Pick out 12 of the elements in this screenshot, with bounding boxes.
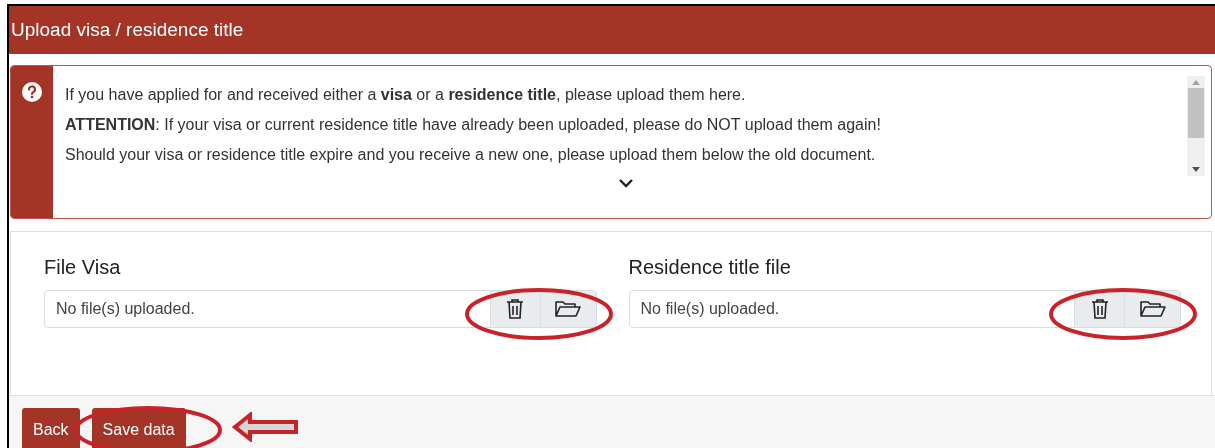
page-title: Upload visa / residence title [11, 19, 244, 41]
field-label: Residence title file [628, 256, 792, 279]
action-button[interactable]: Save data [91, 408, 186, 448]
field-label: File Visa [44, 256, 122, 279]
pointer-arrow [232, 412, 300, 442]
info-text: ATTENTION: If your visa or current residence title have already been uploaded, please do NOT upload them again! [65, 115, 882, 135]
info-text: If you have applied for and received either a visa or a residence title, please upload them here. [65, 85, 747, 105]
chevron-down-icon[interactable] [618, 178, 634, 188]
info-text: Should your visa or residence title expire and you receive a new one, please upload them below the old document. [65, 145, 877, 165]
action-button[interactable]: Back [22, 408, 80, 448]
scrollbar[interactable] [1187, 76, 1205, 176]
help-icon [22, 82, 42, 102]
